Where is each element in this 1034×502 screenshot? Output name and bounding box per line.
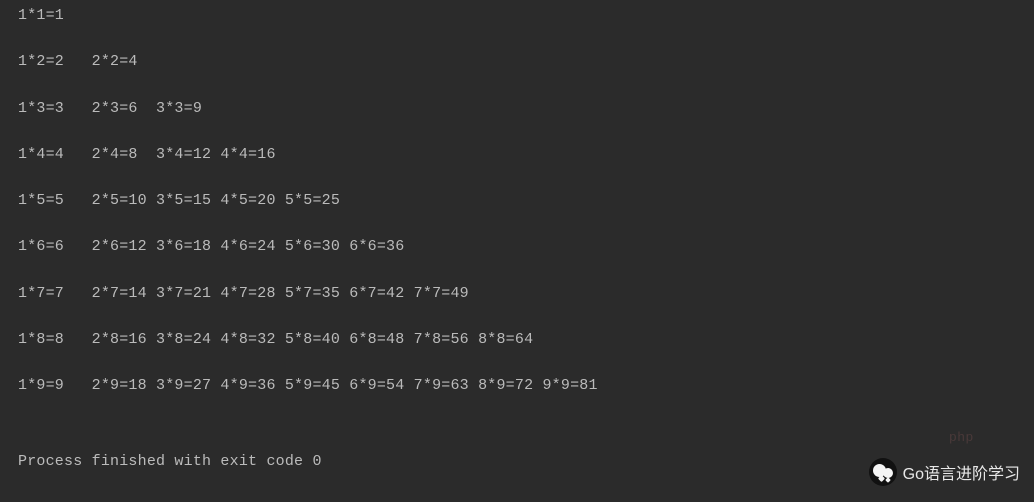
table-row: 1*1=1 [18,6,1016,26]
table-row: 1*5=5 2*5=10 3*5=15 4*5=20 5*5=25 [18,191,1016,211]
table-row: 1*2=2 2*2=4 [18,52,1016,72]
channel-badge: Go语言进阶学习 [869,458,1020,486]
watermark-text: php [949,429,974,444]
table-row: 1*6=6 2*6=12 3*6=18 4*6=24 5*6=30 6*6=36 [18,237,1016,257]
wechat-icon [869,458,897,486]
table-row: 1*8=8 2*8=16 3*8=24 4*8=32 5*8=40 6*8=48… [18,330,1016,350]
process-status: Process finished with exit code 0 [18,452,1016,472]
blank-line [18,422,1016,450]
table-row: 1*9=9 2*9=18 3*9=27 4*9=36 5*9=45 6*9=54… [18,376,1016,396]
table-row: 1*3=3 2*3=6 3*3=9 [18,99,1016,119]
console-output: 1*1=1 1*2=2 2*2=4 1*3=3 2*3=6 3*3=9 1*4=4 2… [18,6,1016,450]
channel-name: Go语言进阶学习 [903,460,1020,484]
table-row: 1*7=7 2*7=14 3*7=21 4*7=28 5*7=35 6*7=42… [18,284,1016,304]
table-row: 1*4=4 2*4=8 3*4=12 4*4=16 [18,145,1016,165]
